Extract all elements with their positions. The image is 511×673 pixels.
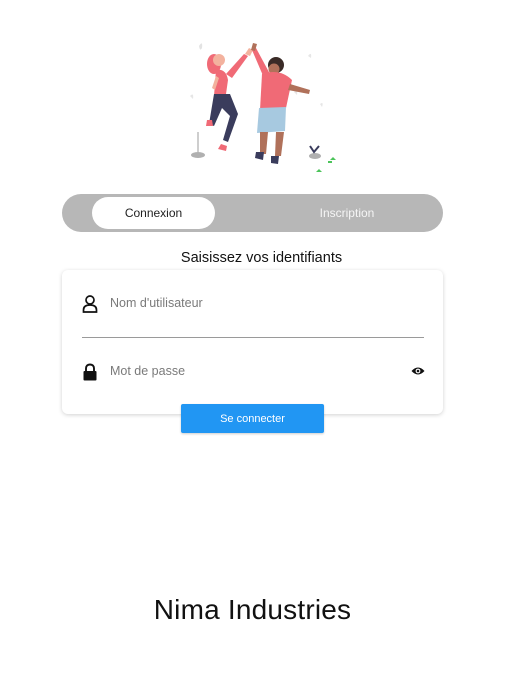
person-icon (82, 295, 98, 313)
high-five-illustration (190, 43, 336, 172)
login-button[interactable]: Se connecter (181, 404, 324, 433)
form-heading: Saisissez vos identifiants (180, 250, 343, 266)
auth-mode-toggle: Connexion Inscription (62, 194, 443, 232)
password-input[interactable] (110, 364, 350, 378)
field-divider (82, 337, 424, 338)
brand-name: Nima Industries (153, 594, 352, 625)
lock-icon (83, 363, 97, 381)
eye-icon[interactable] (411, 366, 425, 376)
tab-inscription[interactable]: Inscription (282, 197, 412, 229)
tab-connexion[interactable]: Connexion (92, 197, 215, 229)
username-input[interactable] (110, 296, 350, 310)
login-card (62, 270, 443, 414)
